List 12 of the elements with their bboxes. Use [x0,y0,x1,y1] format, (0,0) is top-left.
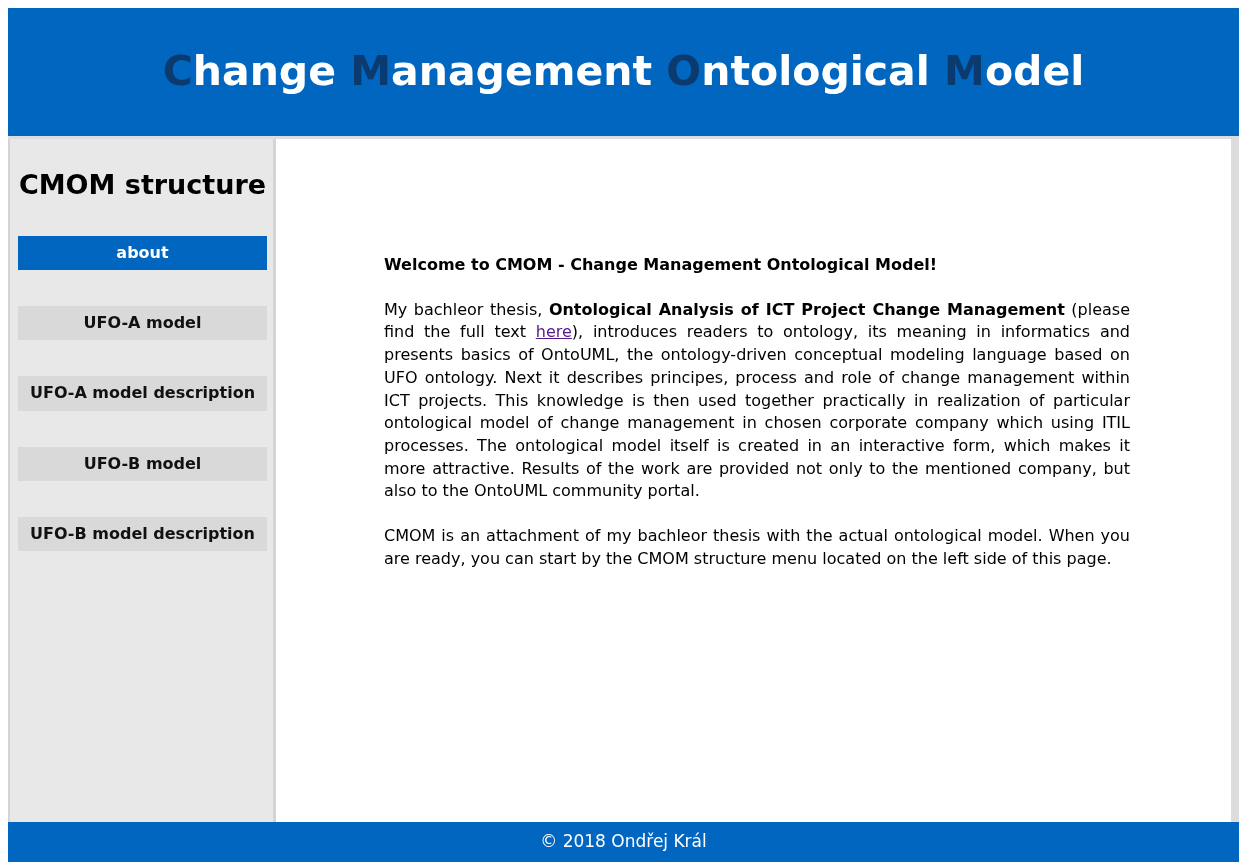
thesis-link[interactable]: here [535,322,572,342]
page-title: Change Management Ontological Model [162,47,1085,97]
menu-item[interactable]: about [18,235,267,270]
sidebar-title: CMOM structure [18,168,267,202]
thesis-paragraph: My bachleor thesis, Ontological Analysis of ICT Project Change Management (please find the full text here), introduces readers to ontology, its meaning in informatics and presents basics of OntoUML, the ontology-driven conceptual modeling language based on UFO ontology. Next it describes principes, process and role of change management within ICT projects. This knowledge is then used together practically in realization of particular ontological model of change management in chosen corporate company which using ITIL processes. The ontological model itself is created in an interactive form, which makes it more attractive. Results of the work are provided not only to the mentioned company, but also to the OntoUML community portal. [384,298,1130,503]
copyright-text: © 2018 Ondřej Král [540,830,707,854]
menu-item[interactable]: UFO-B model description [18,517,267,552]
welcome-heading: Welcome to CMOM - Change Management Ontological Model! [384,254,939,276]
closing-paragraph: CMOM is an attachment of my bachleor thesis with the actual ontological model. When you are ready, you can start by the CMOM structure menu located on the left side of this page. [384,525,1130,570]
menu-item[interactable]: UFO-B model [18,446,267,482]
menu-item[interactable]: UFO-A model description [18,376,267,411]
menu-item[interactable]: UFO-A model [18,305,267,341]
